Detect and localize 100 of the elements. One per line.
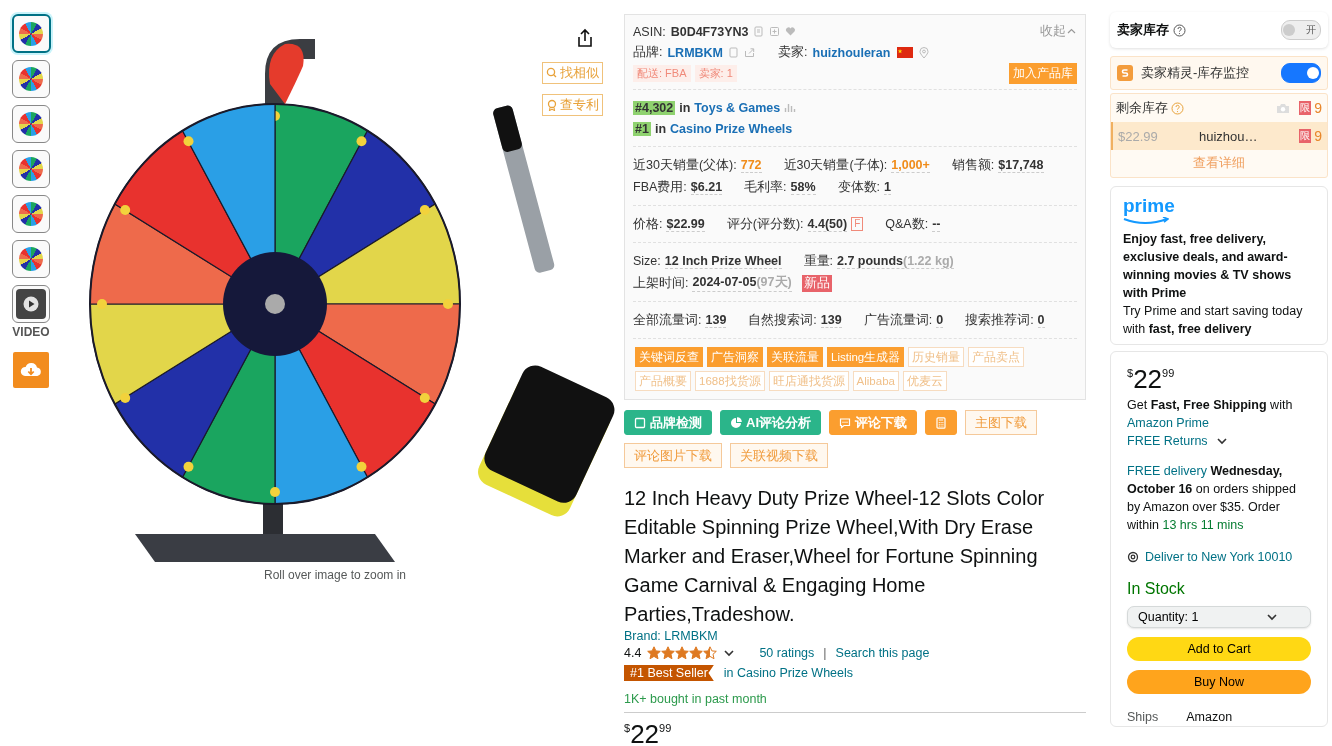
stat-label: 近30天销量(父体): xyxy=(633,156,737,174)
stat-value: $17,748 xyxy=(998,157,1044,173)
tool-button[interactable]: 关键词反查 xyxy=(635,347,703,367)
action-button[interactable]: 主图下载 xyxy=(965,410,1037,435)
action-button[interactable]: 关联视频下载 xyxy=(730,443,828,468)
asin-label: ASIN: xyxy=(633,24,666,39)
category-link[interactable]: in Casino Prize Wheels xyxy=(723,666,854,680)
rank-text: in xyxy=(679,100,691,115)
info-tag: 配送: FBA xyxy=(633,65,691,82)
returns-link[interactable]: FREE Returns xyxy=(1127,432,1311,450)
stat-label: 自然搜索词: xyxy=(748,311,817,329)
product-title: 12 Inch Heavy Duty Prize Wheel-12 Slots Color Editable Spinning Prize Wheel,With Dry Erase Marker and Eraser,Wheel for Fortune Spinning Game Carnival & Engaging Home Parties,Tradeshow. xyxy=(624,486,1046,627)
separator-text: | xyxy=(823,646,827,660)
buy-now-button[interactable]: Buy Now xyxy=(1127,670,1311,694)
action-button[interactable]: 品牌检测 xyxy=(624,410,712,435)
toggle-switch[interactable]: 开 xyxy=(1281,20,1321,40)
tool-button[interactable]: 旺店通找货源 xyxy=(768,371,849,391)
search-page-link[interactable]: Search this page xyxy=(835,646,930,660)
badge-icon xyxy=(546,99,558,111)
shipping-text: Get Fast, Free Shipping with xyxy=(1127,397,1294,414)
thumbnail-image[interactable] xyxy=(12,105,50,143)
stat-label: 变体数: xyxy=(837,178,881,196)
category-link[interactable]: Toys & Games xyxy=(694,100,781,115)
tool-button[interactable]: 1688找货源 xyxy=(695,371,765,391)
tool-button[interactable]: 优麦云 xyxy=(902,371,947,391)
thumbnail-image[interactable] xyxy=(11,14,51,53)
copy-icon xyxy=(728,47,740,58)
chat-icon xyxy=(839,416,851,429)
location-pin-icon xyxy=(918,46,931,59)
category-link[interactable]: Casino Prize Wheels xyxy=(670,121,793,136)
star-icon xyxy=(647,646,662,660)
tool-button[interactable]: 历史销量 xyxy=(908,347,965,367)
video-label: VIDEO xyxy=(12,325,50,339)
star-icon xyxy=(675,646,690,660)
star-icon xyxy=(689,646,704,660)
rank-badge: #1 xyxy=(633,121,651,136)
copy-icon xyxy=(753,26,765,37)
seller-name: huizhou… xyxy=(1199,128,1258,144)
thumbnail-image[interactable] xyxy=(12,240,50,278)
ratings-link[interactable]: 50 ratings xyxy=(759,646,815,660)
info-tag: 卖家: 1 xyxy=(694,65,737,82)
prime-text: Try Prime and start saving today with fast, free delivery xyxy=(1123,303,1304,338)
action-button[interactable]: 评论图片下载 xyxy=(624,443,722,468)
stat-value: 0 xyxy=(1037,312,1045,328)
ships-label: Ships xyxy=(1127,709,1159,726)
action-button[interactable]: AI评论分析 xyxy=(720,410,821,435)
thumbnail-image[interactable] xyxy=(12,195,50,233)
purchase-count: 1K+ bought in past month xyxy=(624,692,768,706)
find-similar-button[interactable]: 找相似 xyxy=(542,62,603,84)
action-button[interactable]: 评论下载 xyxy=(829,410,917,435)
thumbnail-image[interactable] xyxy=(12,150,50,188)
thumbnail-image[interactable] xyxy=(12,60,50,98)
brand-link[interactable]: LRMBKM xyxy=(667,45,724,60)
delivery-text: FREE delivery Wednesday, October 16 on orders shipped by Amazon over $35. Order within 13 hrs 11 mins xyxy=(1127,463,1297,534)
stock-status: In Stock xyxy=(1127,580,1186,598)
add-to-library-button[interactable]: 加入产品库 xyxy=(1009,63,1077,84)
brand-link[interactable]: Brand: LRMBKM xyxy=(624,629,1086,643)
patent-search-button[interactable]: 查专利 xyxy=(542,94,603,116)
stat-value: 4.4(50) xyxy=(807,216,848,232)
stat-value: $6.21 xyxy=(690,179,723,195)
stock-count: 9 xyxy=(1314,100,1322,116)
tool-button[interactable]: Listing生成器 xyxy=(827,347,905,367)
stat-value: 772 xyxy=(740,157,762,173)
deliver-to-link[interactable]: Deliver to New York 10010 xyxy=(1127,548,1311,566)
stat-value: 1,000+ xyxy=(891,157,930,173)
help-icon xyxy=(1173,23,1186,37)
stat-value: 2.7 pounds(1.22 kg) xyxy=(837,253,954,269)
best-seller-badge: #1 Best Seller xyxy=(624,665,714,681)
tool-button[interactable]: Alibaba xyxy=(852,371,899,391)
seller-link[interactable]: huizhouleran xyxy=(812,45,891,60)
search-icon xyxy=(546,67,558,79)
collapse-button[interactable]: 收起 xyxy=(1040,23,1077,40)
location-pin-icon xyxy=(1127,551,1139,563)
stock-count: 9 xyxy=(1314,128,1322,144)
stock-row[interactable]: $22.99 huizhou… 限 9 xyxy=(1111,122,1327,150)
view-details-link[interactable]: 查看详细 xyxy=(1111,150,1327,177)
prime-logo: prime xyxy=(1123,195,1175,224)
video-thumbnail[interactable] xyxy=(12,285,50,323)
tool-button[interactable]: 广告洞察 xyxy=(707,347,763,367)
grade-badge: F xyxy=(851,217,864,231)
tool-button[interactable]: 产品卖点 xyxy=(968,347,1025,367)
stat-label: 毛利率: xyxy=(744,178,787,196)
stat-value: 58% xyxy=(790,179,816,195)
asin-value: B0D4F73YN3 xyxy=(670,24,749,39)
bar-chart-icon xyxy=(784,101,797,114)
new-product-tag: 新品 xyxy=(801,274,832,292)
stat-label: 销售额: xyxy=(951,156,995,174)
toggle-switch[interactable] xyxy=(1281,63,1321,83)
stat-value: 139 xyxy=(820,312,842,328)
stat-label: 广告流量词: xyxy=(863,311,933,329)
prime-link[interactable]: Amazon Prime xyxy=(1127,414,1311,432)
camera-icon xyxy=(1276,102,1291,114)
tool-button[interactable]: 产品概要 xyxy=(635,371,691,391)
quantity-dropdown[interactable]: Quantity: 1 xyxy=(1127,606,1311,629)
tool-button[interactable]: 关联流量 xyxy=(767,347,823,367)
add-to-cart-button[interactable]: Add to Cart xyxy=(1127,637,1311,662)
stat-value: -- xyxy=(932,216,941,232)
stat-label: 评分(评分数): xyxy=(726,215,804,233)
app-logo-icon xyxy=(1117,65,1133,81)
stat-label: 近30天销量(子体): xyxy=(783,156,888,174)
